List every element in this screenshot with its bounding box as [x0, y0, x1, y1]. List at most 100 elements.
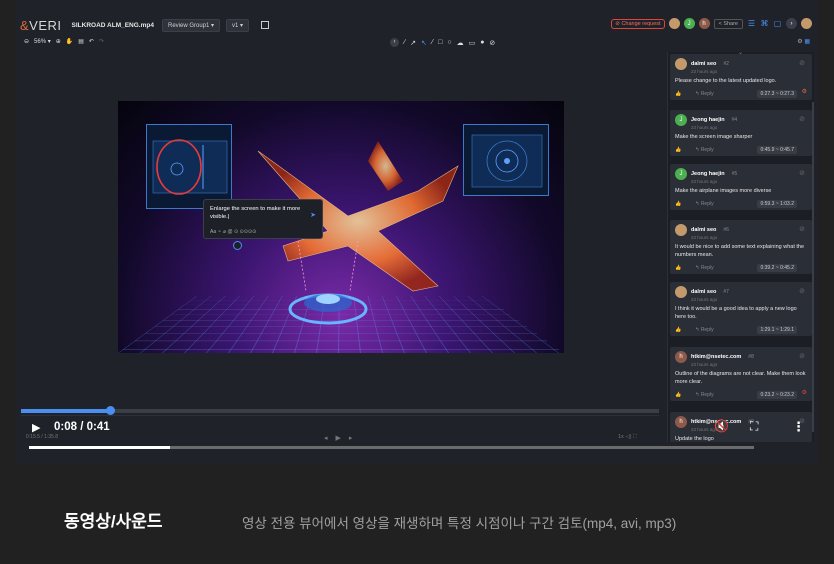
- comment-card[interactable]: dalmi seo #2 23 hours ago ⊘ Please chang…: [670, 54, 812, 100]
- player-progress-bar[interactable]: [29, 446, 754, 449]
- mute-icon[interactable]: 🔇: [714, 419, 729, 433]
- avatar[interactable]: h: [698, 18, 710, 29]
- comment-range[interactable]: 1:29.1 ~ 1:29.1: [757, 326, 797, 334]
- comment-card[interactable]: J Jeong haejin #4 23 hours ago ⊘ Make th…: [670, 110, 812, 156]
- version-select[interactable]: v1 ▾: [226, 18, 250, 32]
- color-icon[interactable]: ●: [480, 39, 484, 46]
- review-timeline[interactable]: [21, 406, 659, 415]
- timeline-playhead[interactable]: [106, 406, 116, 415]
- rect-icon[interactable]: ▭: [469, 39, 476, 47]
- cursor-icon[interactable]: ↖: [421, 39, 427, 47]
- like-icon[interactable]: 👍: [675, 147, 681, 153]
- like-icon[interactable]: 👍: [675, 327, 681, 333]
- send-icon[interactable]: ➤: [310, 211, 316, 219]
- compare-icon[interactable]: ⌘: [760, 19, 769, 28]
- like-icon[interactable]: 👍: [675, 91, 681, 97]
- document-icon[interactable]: ▤: [78, 38, 84, 45]
- comment-range[interactable]: 0:45.9 ~ 0:45.7: [757, 146, 797, 154]
- timecode: 0:15.5 / 1:35.8: [26, 434, 58, 440]
- hand-icon[interactable]: ✋: [66, 38, 73, 45]
- sidebar-scrollbar[interactable]: [812, 102, 814, 432]
- flag-icon[interactable]: ⚙: [802, 389, 807, 396]
- zoom-in-icon[interactable]: ⊕: [56, 38, 61, 45]
- comment-card[interactable]: J Jeong haejin #5 23 hours ago ⊘ Make th…: [670, 164, 812, 210]
- comment-card[interactable]: h htkim@nsetec.com #9 23 hours ago ⊘ Upd…: [670, 412, 812, 442]
- comment-tools[interactable]: Aa ⚬ ⌀ @ ⊙ ⊙⊙⊙⊙: [210, 229, 256, 235]
- pen-icon[interactable]: ∕: [404, 39, 405, 46]
- comment-time: 23 hours ago: [691, 235, 718, 240]
- comment-pin[interactable]: [233, 241, 242, 250]
- prev-tool-icon[interactable]: ‹: [390, 38, 399, 47]
- avatar[interactable]: J: [683, 18, 695, 29]
- grid-icon[interactable]: ▦: [804, 39, 810, 45]
- window-icon[interactable]: ▢: [773, 19, 782, 28]
- app-logo[interactable]: &VERI: [20, 18, 62, 33]
- hologram-panel-right: [463, 124, 549, 196]
- reply-button[interactable]: ↰ Reply: [695, 392, 713, 398]
- settings-icon[interactable]: ⚙: [797, 39, 802, 45]
- comment-input[interactable]: Enlarge the screen to make it more visib…: [210, 205, 306, 221]
- reply-button[interactable]: ↰ Reply: [695, 201, 713, 207]
- layout-toggle-icon[interactable]: [261, 21, 270, 29]
- zoom-level[interactable]: 56% ▾: [34, 38, 51, 45]
- arrow-icon[interactable]: ↗: [410, 39, 416, 47]
- comment-time: 23 hours ago: [691, 179, 718, 184]
- timeline-ruler: [21, 415, 659, 421]
- mini-playback-controls[interactable]: ◂▶▸: [324, 434, 360, 442]
- like-icon[interactable]: 👍: [675, 392, 681, 398]
- reply-button[interactable]: ↰ Reply: [695, 265, 713, 271]
- like-icon[interactable]: 👍: [675, 201, 681, 207]
- comment-range[interactable]: 0:23.2 ~ 0:23.2: [757, 391, 797, 399]
- comment-range[interactable]: 0:39.2 ~ 0:45.2: [757, 264, 797, 272]
- comment-card[interactable]: dalmi seo #6 23 hours ago ⊘ It would be …: [670, 220, 812, 274]
- reply-button[interactable]: ↰ Reply: [695, 147, 713, 153]
- cloud-icon[interactable]: ☁: [457, 39, 464, 47]
- comment-range[interactable]: 0:27.3 ~ 0:27.3: [757, 90, 797, 98]
- panel-left-art: [152, 139, 228, 195]
- next-icon[interactable]: ›: [786, 18, 797, 29]
- fullscreen-icon[interactable]: ⛶: [750, 419, 758, 434]
- hologram-panel-left: [146, 124, 232, 209]
- resolve-icon[interactable]: ⊘: [799, 115, 805, 123]
- video-frame[interactable]: [118, 101, 564, 353]
- top-bar: &VERI SILKROAD ALM_ENG.mp4 Review Group1…: [16, 14, 818, 36]
- resolve-icon[interactable]: ⊘: [799, 225, 805, 233]
- avatar: h: [675, 351, 687, 363]
- comment-author: Jeong haejin: [691, 117, 725, 123]
- resolve-icon[interactable]: ⊘: [799, 169, 805, 177]
- timeline-progress: [21, 409, 111, 413]
- caption-title: 동영상/사운드: [64, 512, 163, 531]
- resolve-icon[interactable]: ⊘: [799, 287, 805, 295]
- playback-options[interactable]: 1x ◁) ⛶: [618, 434, 637, 441]
- reply-button[interactable]: ↰ Reply: [695, 91, 713, 97]
- comment-popup[interactable]: Enlarge the screen to make it more visib…: [203, 199, 323, 239]
- review-group-select[interactable]: Review Group1 ▾: [161, 18, 221, 32]
- resolve-icon[interactable]: ⊘: [799, 59, 805, 67]
- circle-icon[interactable]: ○: [447, 39, 451, 46]
- avatar[interactable]: [668, 18, 680, 29]
- square-icon[interactable]: □: [438, 39, 442, 46]
- brush-icon[interactable]: ⁄: [432, 39, 433, 46]
- list-icon[interactable]: ☰: [747, 19, 756, 28]
- zoom-out-icon[interactable]: ⊖: [24, 38, 29, 45]
- comment-number: #7: [723, 289, 729, 295]
- comment-range[interactable]: 0:59.3 ~ 1:03.2: [757, 200, 797, 208]
- like-icon[interactable]: 👍: [675, 265, 681, 271]
- hide-icon[interactable]: ⊘: [489, 39, 495, 47]
- comment-card[interactable]: h htkim@nsetec.com #8 23 hours ago ⊘ Out…: [670, 347, 812, 401]
- change-request-button[interactable]: ⊘ Change request: [611, 18, 665, 29]
- play-icon[interactable]: ▶: [32, 421, 40, 434]
- user-avatar[interactable]: [801, 18, 812, 29]
- reply-button[interactable]: ↰ Reply: [695, 327, 713, 333]
- resolve-icon[interactable]: ⊘: [799, 352, 805, 360]
- comment-number: #2: [723, 61, 729, 67]
- more-options-icon[interactable]: ⋮: [792, 419, 805, 435]
- undo-icon[interactable]: ↶: [89, 38, 94, 45]
- comment-author: dalmi seo: [691, 227, 717, 233]
- comment-card[interactable]: dalmi seo #7 23 hours ago ⊘ I think it w…: [670, 282, 812, 336]
- redo-icon[interactable]: ↷: [99, 38, 104, 45]
- share-button[interactable]: < Share: [713, 18, 743, 29]
- header-actions: ⊘ Change request J h < Share ☰ ⌘ ▢ ›: [611, 18, 812, 29]
- flag-icon[interactable]: ⚙: [802, 88, 807, 95]
- comment-body: Make the airplane images more diverse: [675, 188, 772, 194]
